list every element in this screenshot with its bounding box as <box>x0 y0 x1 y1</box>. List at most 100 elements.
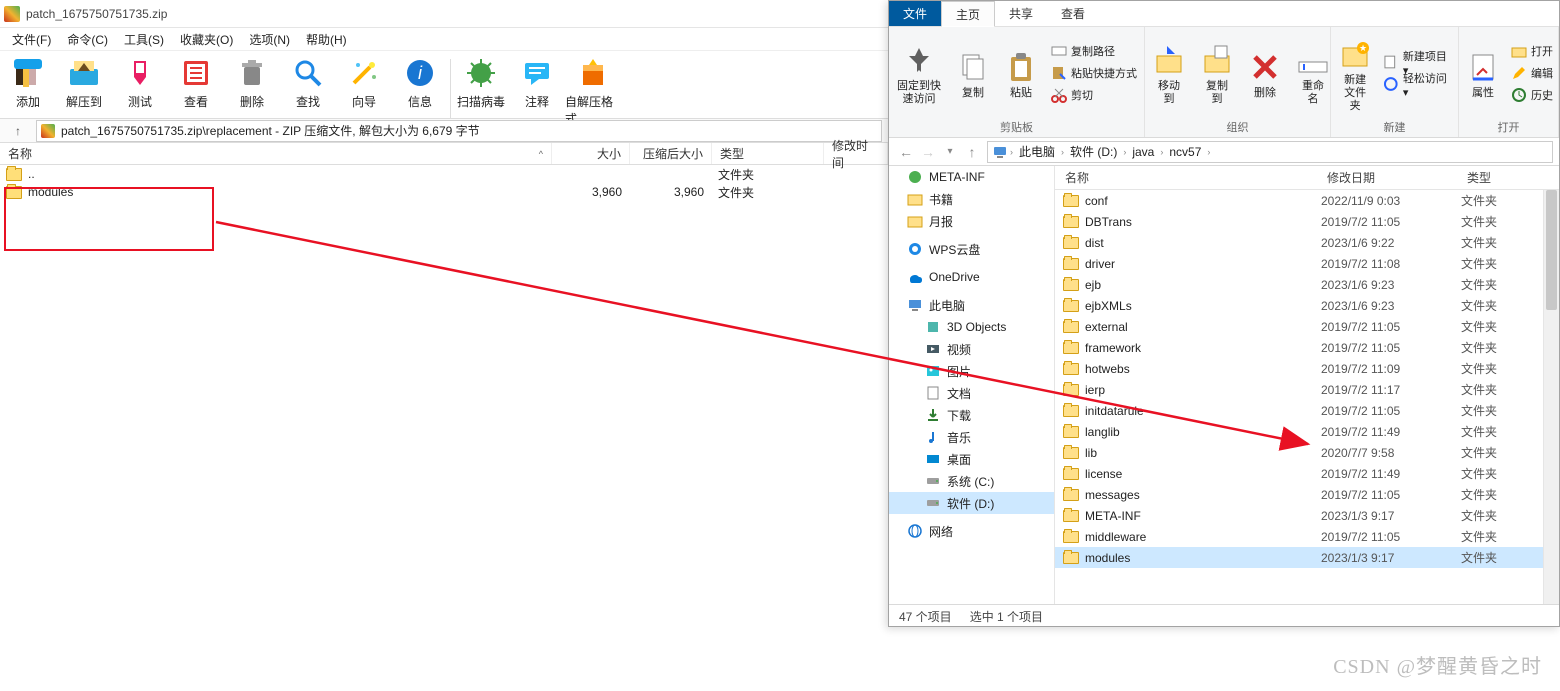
file-row[interactable]: hotwebs2019/7/2 11:09文件夹 <box>1055 358 1543 379</box>
tab-share[interactable]: 共享 <box>995 1 1047 26</box>
up-button[interactable]: ↑ <box>0 124 36 138</box>
tree-node[interactable]: 视频 <box>889 338 1054 360</box>
menu-file[interactable]: 文件(F) <box>4 29 59 50</box>
tb-extract[interactable]: 解压到 <box>56 55 112 110</box>
file-row[interactable]: lib2020/7/7 9:58文件夹 <box>1055 442 1543 463</box>
tb-delete[interactable]: 删除 <box>224 55 280 110</box>
menu-command[interactable]: 命令(C) <box>59 29 116 50</box>
file-row[interactable]: dist2023/1/6 9:22文件夹 <box>1055 232 1543 253</box>
col-type[interactable]: 类型 <box>712 143 824 164</box>
col-name[interactable]: 名称 <box>1055 169 1317 186</box>
file-row[interactable]: META-INF2023/1/3 9:17文件夹 <box>1055 505 1543 526</box>
tb-comment[interactable]: 注释 <box>509 55 565 110</box>
col-name[interactable]: 名称^ <box>0 143 552 164</box>
file-row[interactable]: DBTrans2019/7/2 11:05文件夹 <box>1055 211 1543 232</box>
properties-button[interactable]: 属性 <box>1459 47 1507 100</box>
tb-view[interactable]: 查看 <box>168 55 224 110</box>
crumb-java[interactable]: java <box>1128 145 1158 159</box>
ribbon: 固定到快 速访问 复制 粘贴 复制路径 粘贴快捷方式 剪切 剪贴板 <box>889 27 1559 138</box>
tab-file[interactable]: 文件 <box>889 1 941 26</box>
tb-info[interactable]: i 信息 <box>392 55 448 110</box>
menu-options[interactable]: 选项(N) <box>241 29 298 50</box>
path-input[interactable]: patch_1675750751735.zip\replacement - ZI… <box>36 120 882 142</box>
menu-fav[interactable]: 收藏夹(O) <box>172 29 241 50</box>
file-items[interactable]: conf2022/11/9 0:03文件夹DBTrans2019/7/2 11:… <box>1055 190 1543 604</box>
tree-node[interactable]: 音乐 <box>889 426 1054 448</box>
file-row[interactable]: license2019/7/2 11:49文件夹 <box>1055 463 1543 484</box>
winrar-list-header[interactable]: 名称^ 大小 压缩后大小 类型 修改时间 <box>0 143 888 165</box>
crumb-drive[interactable]: 软件 (D:) <box>1066 143 1121 160</box>
file-row[interactable]: conf2022/11/9 0:03文件夹 <box>1055 190 1543 211</box>
newfolder-button[interactable]: ★新建 文件夹 <box>1331 34 1379 113</box>
file-row[interactable]: external2019/7/2 11:05文件夹 <box>1055 316 1543 337</box>
breadcrumb[interactable]: › 此电脑› 软件 (D:)› java› ncv57› <box>987 141 1553 163</box>
tree-node[interactable]: 软件 (D:) <box>889 492 1054 514</box>
tree-node[interactable]: 此电脑 <box>889 294 1054 316</box>
nav-forward[interactable]: → <box>917 144 939 160</box>
nav-up[interactable]: ↑ <box>961 144 983 160</box>
col-modified[interactable]: 修改日期 <box>1317 169 1457 186</box>
file-row[interactable]: framework2019/7/2 11:05文件夹 <box>1055 337 1543 358</box>
file-row[interactable]: ejbXMLs2023/1/6 9:23文件夹 <box>1055 295 1543 316</box>
pin-button[interactable]: 固定到快 速访问 <box>889 40 949 106</box>
tb-sfx[interactable]: 自解压格式 <box>565 55 621 127</box>
crumb-ncv57[interactable]: ncv57 <box>1165 145 1205 159</box>
copy-path-button[interactable]: 复制路径 <box>1047 40 1141 62</box>
tree-node[interactable]: 下载 <box>889 404 1054 426</box>
winrar-list-body[interactable]: .. 文件夹 modules 3,960 3,960 文件夹 <box>0 165 888 691</box>
copyto-button[interactable]: 复制到 <box>1193 40 1241 106</box>
tab-view[interactable]: 查看 <box>1047 1 1099 26</box>
file-list-header[interactable]: 名称 修改日期 类型 <box>1055 166 1559 190</box>
col-packed[interactable]: 压缩后大小 <box>630 143 712 164</box>
scrollbar[interactable] <box>1543 190 1559 604</box>
file-row[interactable]: driver2019/7/2 11:08文件夹 <box>1055 253 1543 274</box>
tb-find[interactable]: 查找 <box>280 55 336 110</box>
tree-node[interactable]: META-INF <box>889 166 1054 188</box>
copy-button[interactable]: 复制 <box>949 47 997 100</box>
menu-help[interactable]: 帮助(H) <box>298 29 355 50</box>
tree-node[interactable]: 月报 <box>889 210 1054 232</box>
open-button[interactable]: 打开 <box>1507 40 1557 62</box>
moveto-button[interactable]: 移动到 <box>1145 40 1193 106</box>
tree-node[interactable]: 桌面 <box>889 448 1054 470</box>
tab-home[interactable]: 主页 <box>941 1 995 27</box>
tree-node[interactable]: 书籍 <box>889 188 1054 210</box>
file-row[interactable]: ierp2019/7/2 11:17文件夹 <box>1055 379 1543 400</box>
file-row[interactable]: messages2019/7/2 11:05文件夹 <box>1055 484 1543 505</box>
col-size[interactable]: 大小 <box>552 143 630 164</box>
nav-recent[interactable]: ▾ <box>939 146 961 157</box>
winrar-menubar[interactable]: 文件(F) 命令(C) 工具(S) 收藏夹(O) 选项(N) 帮助(H) <box>0 28 888 51</box>
tree-node[interactable]: WPS云盘 <box>889 238 1054 260</box>
file-row[interactable]: middleware2019/7/2 11:05文件夹 <box>1055 526 1543 547</box>
edit-button[interactable]: 编辑 <box>1507 62 1557 84</box>
history-button[interactable]: 历史 <box>1507 84 1557 106</box>
tree-node[interactable]: OneDrive <box>889 266 1054 288</box>
col-modified[interactable]: 修改时间 <box>824 143 888 164</box>
tree-node[interactable]: 3D Objects <box>889 316 1054 338</box>
tree-node[interactable]: 系统 (C:) <box>889 470 1054 492</box>
paste-shortcut-button[interactable]: 粘贴快捷方式 <box>1047 62 1141 84</box>
cut-button[interactable]: 剪切 <box>1047 84 1141 106</box>
menu-tools[interactable]: 工具(S) <box>116 29 172 50</box>
col-type[interactable]: 类型 <box>1457 169 1559 186</box>
file-row[interactable]: initdatarule2019/7/2 11:05文件夹 <box>1055 400 1543 421</box>
crumb-pc[interactable]: 此电脑 <box>1015 143 1059 160</box>
paste-button[interactable]: 粘贴 <box>997 47 1045 100</box>
tb-virus[interactable]: 扫描病毒 <box>453 55 509 110</box>
file-row[interactable]: modules2023/1/3 9:17文件夹 <box>1055 547 1543 568</box>
tree-node[interactable]: 网络 <box>889 520 1054 542</box>
rename-button[interactable]: 重命名 <box>1289 40 1337 106</box>
easyaccess-button[interactable]: 轻松访问 ▾ <box>1379 73 1458 95</box>
nav-back[interactable]: ← <box>895 144 917 160</box>
list-row-up[interactable]: .. 文件夹 <box>0 165 888 183</box>
tree-node[interactable]: 图片 <box>889 360 1054 382</box>
tb-wizard[interactable]: 向导 <box>336 55 392 110</box>
tb-add[interactable]: 添加 <box>0 55 56 110</box>
scrollbar-thumb[interactable] <box>1546 190 1557 310</box>
tb-test[interactable]: 测试 <box>112 55 168 110</box>
nav-tree[interactable]: META-INF书籍月报 WPS云盘 OneDrive 此电脑3D Objects视频… <box>889 166 1055 604</box>
delete-button[interactable]: 删除 <box>1241 47 1289 100</box>
file-row[interactable]: langlib2019/7/2 11:49文件夹 <box>1055 421 1543 442</box>
tree-node[interactable]: 文档 <box>889 382 1054 404</box>
file-row[interactable]: ejb2023/1/6 9:23文件夹 <box>1055 274 1543 295</box>
